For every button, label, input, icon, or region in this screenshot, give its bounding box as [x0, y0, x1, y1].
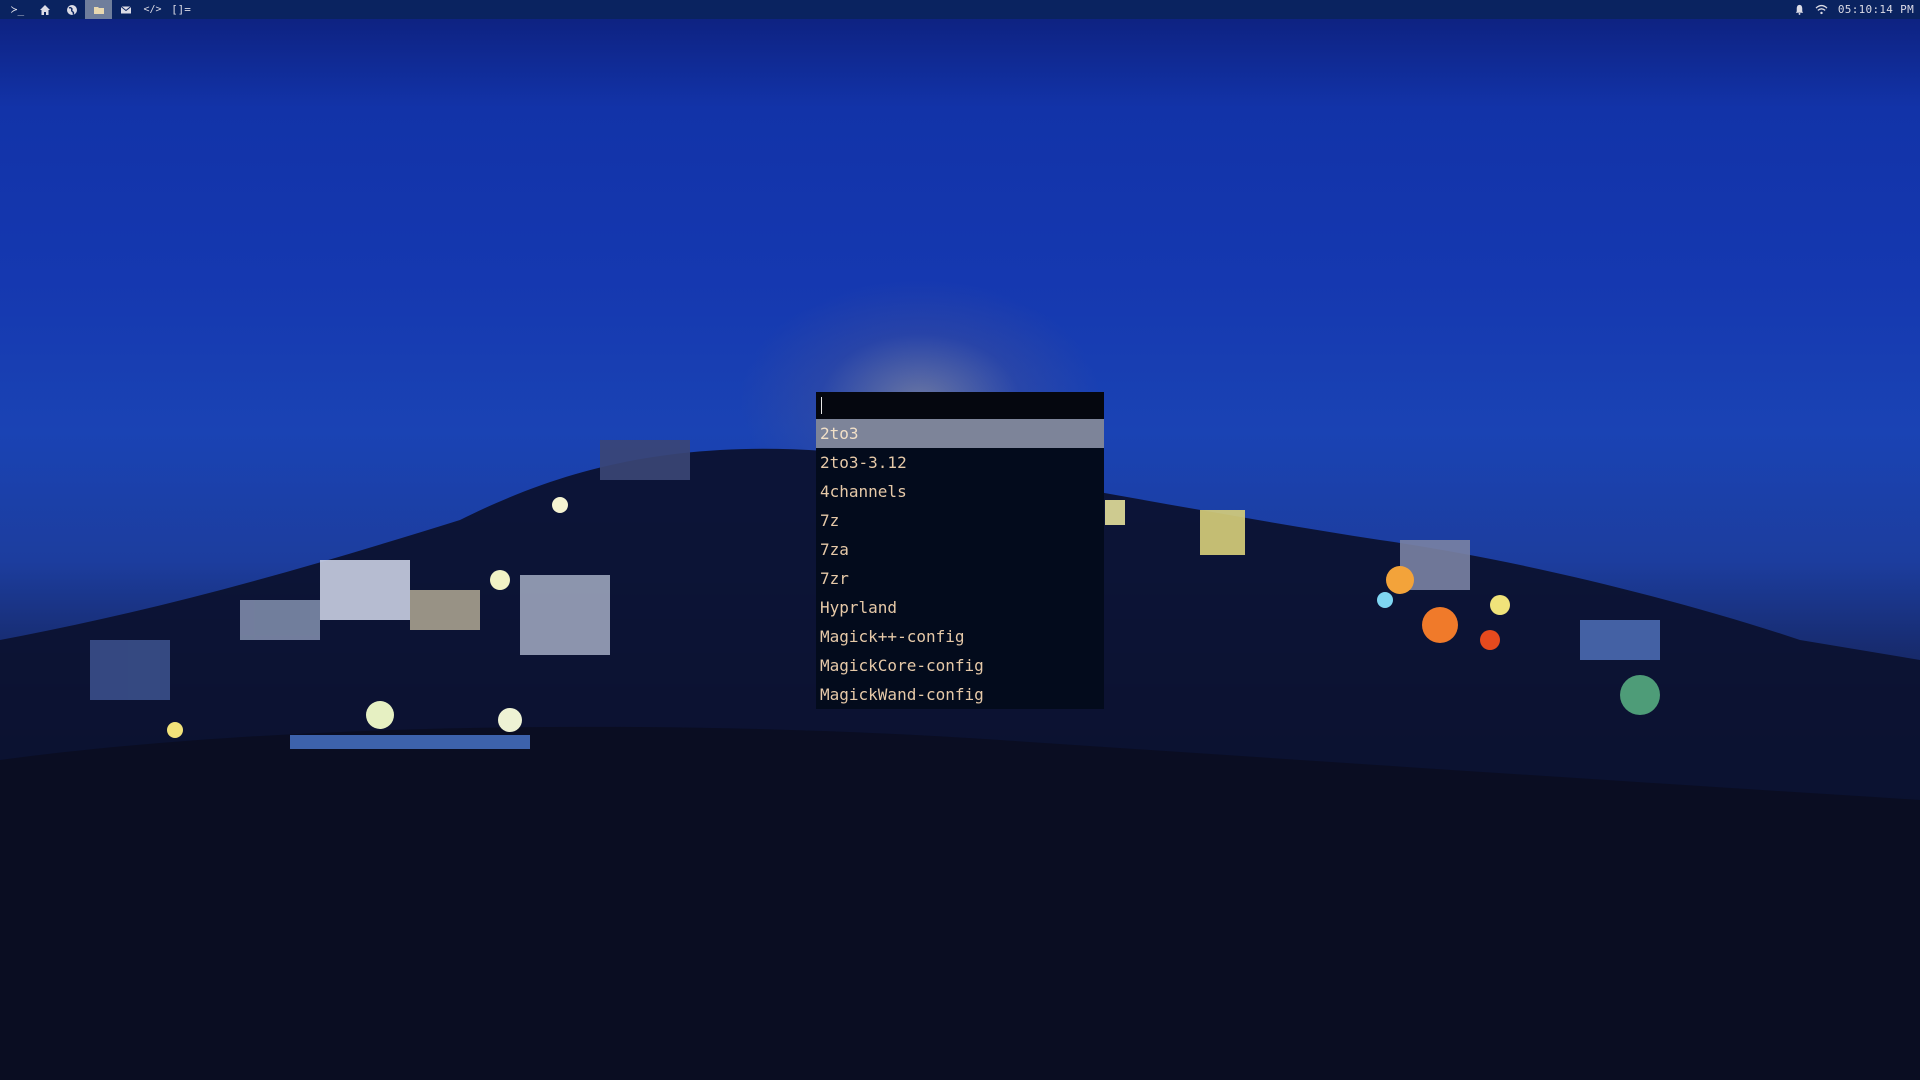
mail-icon: [120, 5, 131, 13]
layout-indicator-label: []=: [171, 3, 191, 16]
home-button[interactable]: [31, 0, 58, 19]
app-launcher: 2to3 2to3-3.12 4channels 7z 7za 7zr Hypr…: [816, 392, 1104, 709]
launcher-item-4channels[interactable]: 4channels: [816, 477, 1104, 506]
bell-icon[interactable]: [1794, 4, 1805, 15]
files-button[interactable]: [85, 0, 112, 19]
desktop: ≻_ </> []= 05:10:14 PM 2to3 2to3-3.12 4c…: [0, 0, 1920, 1080]
launcher-item-7z[interactable]: 7z: [816, 506, 1104, 535]
browser-button[interactable]: [58, 0, 85, 19]
launcher-item-2to3[interactable]: 2to3: [816, 419, 1104, 448]
code-button[interactable]: </>: [139, 0, 166, 19]
launcher-item-magick-config[interactable]: Magick++-config: [816, 622, 1104, 651]
mail-button[interactable]: [112, 0, 139, 19]
launcher-item-hyprland[interactable]: Hyprland: [816, 593, 1104, 622]
code-icon: </>: [143, 4, 162, 15]
wifi-icon[interactable]: [1815, 4, 1828, 15]
clock[interactable]: 05:10:14 PM: [1838, 3, 1914, 16]
launcher-search-input[interactable]: [816, 392, 1104, 419]
folder-icon: [93, 6, 104, 14]
text-caret: [821, 397, 822, 414]
launcher-item-2to3-3-12[interactable]: 2to3-3.12: [816, 448, 1104, 477]
status-area: 05:10:14 PM: [1794, 0, 1920, 19]
launcher-results: 2to3 2to3-3.12 4channels 7z 7za 7zr Hypr…: [816, 419, 1104, 709]
workspace-tags: ≻_ </> []=: [0, 0, 196, 19]
launcher-item-magickcore-config[interactable]: MagickCore-config: [816, 651, 1104, 680]
globe-icon: [66, 4, 77, 15]
launcher-item-7zr[interactable]: 7zr: [816, 564, 1104, 593]
home-icon: [39, 4, 50, 15]
terminal-button[interactable]: ≻_: [4, 0, 31, 19]
top-bar: ≻_ </> []= 05:10:14 PM: [0, 0, 1920, 19]
launcher-item-7za[interactable]: 7za: [816, 535, 1104, 564]
launcher-item-magickwand-config[interactable]: MagickWand-config: [816, 680, 1104, 709]
terminal-icon: ≻_: [10, 3, 25, 16]
layout-indicator[interactable]: []=: [166, 0, 196, 19]
